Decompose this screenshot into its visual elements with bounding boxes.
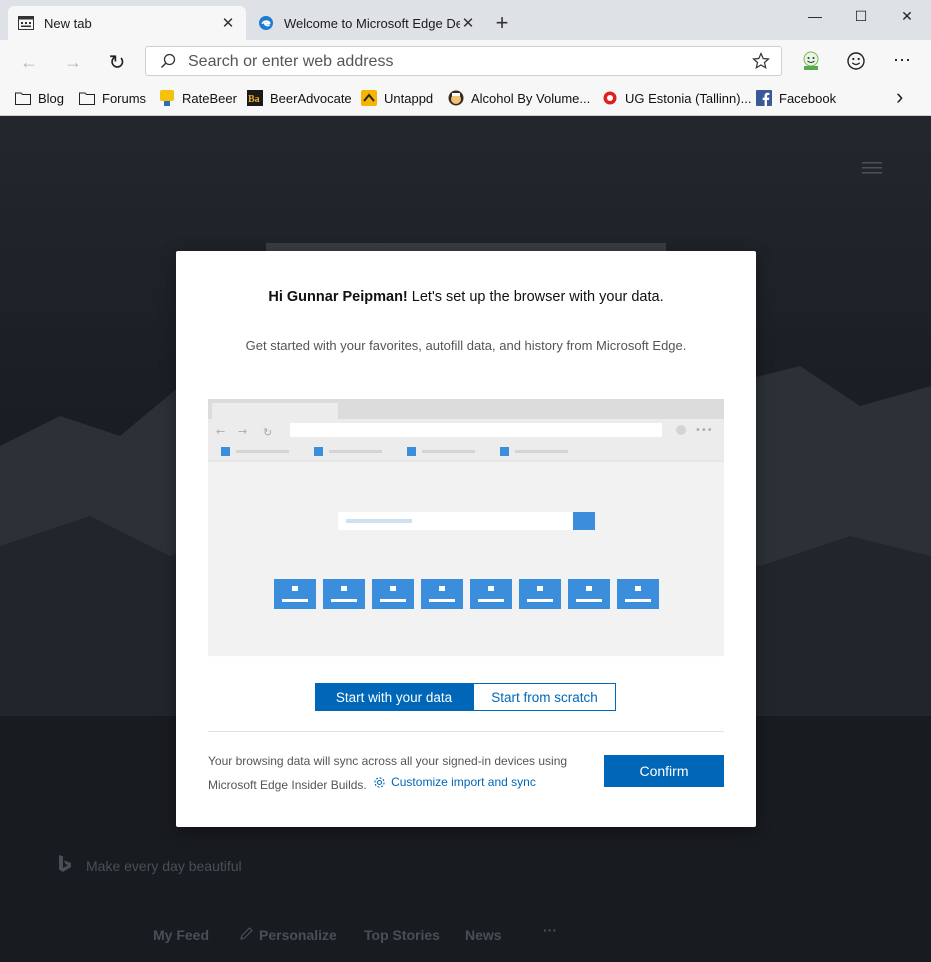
forward-button[interactable]: → [57, 48, 89, 76]
favorite-label: Blog [38, 90, 65, 106]
favorite-label: BeerAdvocate [270, 90, 352, 106]
folder-icon [79, 90, 95, 106]
favorite-label: Alcohol By Volume... [471, 90, 591, 106]
tab-label: Welcome to Microsoft Edge Dev [284, 15, 460, 31]
back-button[interactable]: ← [13, 48, 45, 76]
refresh-button[interactable]: ↻ [101, 48, 133, 76]
facebook-icon [756, 90, 772, 106]
untappd-icon [361, 90, 377, 106]
close-tab-icon[interactable]: ✕ [460, 15, 476, 32]
maximize-button[interactable]: ☐ [838, 0, 884, 32]
newtab-page-icon [18, 15, 34, 31]
ratebeer-icon [159, 90, 175, 106]
close-icon: ✕ [901, 7, 913, 24]
start-from-scratch-option[interactable]: Start from scratch [473, 683, 616, 711]
settings-more-button[interactable]: ⋯ [890, 50, 914, 72]
bing-tagline[interactable]: Make every day beautiful [58, 855, 242, 876]
favorite-facebook[interactable]: Facebook [756, 88, 836, 108]
svg-text:↻: ↻ [263, 426, 272, 439]
pencil-icon [240, 927, 253, 943]
nav-personalize-label: Personalize [259, 927, 337, 943]
gear-icon [373, 776, 386, 789]
favorite-label: Forums [102, 90, 147, 106]
minimize-icon: — [808, 8, 822, 24]
tab-welcome[interactable]: Welcome to Microsoft Edge Dev ✕ [248, 6, 486, 40]
maximize-icon: ☐ [854, 7, 868, 24]
favorite-blog[interactable]: Blog [15, 88, 64, 108]
nav-personalize[interactable]: Personalize [240, 927, 337, 943]
favorite-abv[interactable]: Alcohol By Volume... [448, 88, 590, 108]
tagline-text: Make every day beautiful [86, 857, 242, 874]
favorite-star-icon[interactable] [752, 52, 770, 73]
refresh-icon: ↻ [108, 51, 126, 74]
forward-arrow-icon: → [64, 51, 82, 72]
favorite-beeradvocate[interactable]: Ba BeerAdvocate [247, 88, 352, 108]
favorite-label: UG Estonia (Tallinn)... [625, 90, 752, 106]
svg-text:•••: ••• [695, 425, 713, 436]
nav-news[interactable]: News [465, 927, 502, 943]
folder-icon [15, 90, 31, 106]
edge-logo-icon [258, 15, 274, 31]
start-with-data-option[interactable]: Start with your data [315, 683, 473, 711]
minimize-button[interactable]: — [792, 0, 838, 32]
favorite-label: Untappd [384, 90, 434, 106]
dialog-subtitle: Get started with your favorites, autofil… [245, 338, 687, 353]
favorite-ug-estonia[interactable]: UG Estonia (Tallinn)... [602, 88, 751, 108]
address-bar[interactable] [145, 46, 782, 76]
nav-my-feed[interactable]: My Feed [153, 927, 209, 943]
close-tab-icon[interactable]: ✕ [220, 15, 236, 32]
tab-new-tab[interactable]: New tab ✕ [8, 6, 246, 40]
extension-icon[interactable] [800, 50, 822, 72]
favorite-untappd[interactable]: Untappd [361, 88, 433, 108]
favorite-label: RateBeer [182, 90, 237, 106]
svg-text:←: ← [216, 425, 225, 438]
browser-illustration: ← → ↻ ••• [208, 399, 724, 661]
more-dots-icon: ⋯ [893, 50, 911, 70]
greeting-message: Let's set up the browser with your data. [407, 289, 664, 305]
nav-top-stories[interactable]: Top Stories [364, 927, 440, 943]
dialog-greeting: Hi Gunnar Peipman! Let's set up the brow… [176, 289, 756, 305]
setup-option-toggle: Start with your data Start from scratch [315, 683, 616, 711]
dialog-divider [208, 731, 724, 732]
favorite-forums[interactable]: Forums [79, 88, 146, 108]
abv-icon [448, 90, 464, 106]
close-window-button[interactable]: ✕ [884, 0, 930, 32]
beeradvocate-icon: Ba [247, 90, 263, 106]
ug-estonia-icon [602, 90, 618, 106]
setup-dialog: Hi Gunnar Peipman! Let's set up the brow… [176, 251, 756, 827]
svg-text:Ba: Ba [248, 94, 260, 105]
feedback-smiley-icon[interactable] [846, 51, 868, 73]
customize-link[interactable]: Customize import and sync [370, 772, 536, 793]
back-arrow-icon: ← [20, 51, 38, 72]
favorite-ratebeer[interactable]: RateBeer [159, 88, 237, 108]
sync-description: Your browsing data will sync across all … [208, 751, 588, 796]
favorites-overflow-chevron-icon[interactable]: › [896, 86, 912, 108]
customize-link-label: Customize import and sync [391, 775, 536, 789]
svg-text:→: → [238, 425, 247, 438]
search-icon [160, 53, 176, 72]
tab-label: New tab [44, 15, 92, 31]
bing-logo-icon [58, 855, 72, 876]
page-menu-icon[interactable] [862, 160, 882, 176]
new-tab-button[interactable]: + [491, 12, 513, 34]
nav-more-icon[interactable]: ··· [543, 922, 557, 938]
confirm-button[interactable]: Confirm [604, 755, 724, 787]
favorite-label: Facebook [779, 90, 837, 106]
address-input[interactable] [188, 53, 728, 71]
greeting-name: Hi Gunnar Peipman! [268, 289, 408, 305]
